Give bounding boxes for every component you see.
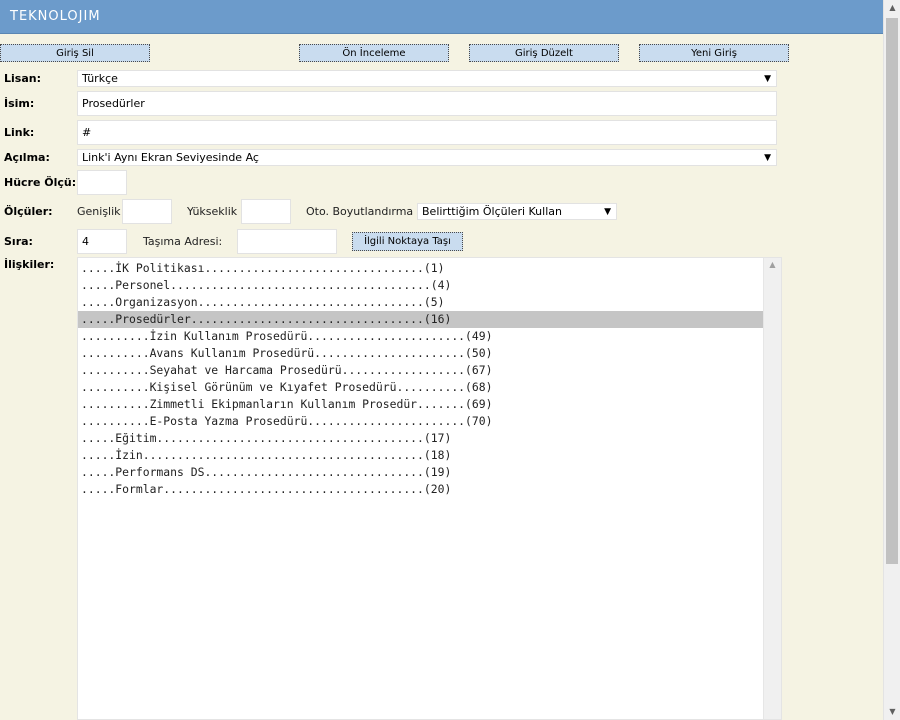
dropdown-arrow-icon: ▼ bbox=[764, 152, 771, 163]
width-input[interactable] bbox=[122, 199, 172, 224]
autosize-value: Belirttiğim Ölçüleri Kullan bbox=[422, 205, 562, 218]
open-mode-label: Açılma: bbox=[4, 151, 50, 164]
dimensions-label: Ölçüler: bbox=[4, 205, 53, 218]
name-input[interactable]: Prosedürler bbox=[77, 91, 777, 116]
dropdown-arrow-icon: ▼ bbox=[764, 73, 771, 84]
relations-option[interactable]: .....İzin...............................… bbox=[78, 447, 765, 464]
cell-size-input[interactable] bbox=[77, 170, 127, 195]
order-input[interactable]: 4 bbox=[77, 229, 127, 254]
name-label: İsim: bbox=[4, 97, 35, 110]
page-scroll-thumb[interactable] bbox=[886, 18, 898, 564]
link-label: Link: bbox=[4, 126, 35, 139]
autosize-select[interactable]: Belirttiğim Ölçüleri Kullan ▼ bbox=[417, 203, 617, 220]
autosize-label: Oto. Boyutlandırma bbox=[306, 205, 414, 218]
link-input[interactable]: # bbox=[77, 120, 777, 145]
relations-option[interactable]: ..........Seyahat ve Harcama Prosedürü..… bbox=[78, 362, 765, 379]
relations-listbox[interactable]: .....İK Politikası......................… bbox=[77, 257, 782, 720]
order-label: Sıra: bbox=[4, 235, 33, 248]
relations-option[interactable]: .....Formlar............................… bbox=[78, 481, 765, 498]
relations-option[interactable]: .....Performans DS......................… bbox=[78, 464, 765, 481]
preview-button[interactable]: Ön İnceleme bbox=[299, 44, 449, 62]
move-address-label: Taşıma Adresi: bbox=[143, 235, 223, 248]
edit-entry-button[interactable]: Giriş Düzelt bbox=[469, 44, 619, 62]
new-entry-button[interactable]: Yeni Giriş bbox=[639, 44, 789, 62]
open-mode-value: Link'i Aynı Ekran Seviyesinde Aç bbox=[82, 151, 259, 164]
listbox-scrollbar[interactable]: ▲ bbox=[763, 258, 781, 719]
relations-label: İlişkiler: bbox=[4, 258, 55, 271]
relations-option[interactable]: ..........Avans Kullanım Prosedürü......… bbox=[78, 345, 765, 362]
relations-option[interactable]: .....Personel...........................… bbox=[78, 277, 765, 294]
name-value: Prosedürler bbox=[82, 97, 145, 110]
move-to-point-button[interactable]: İlgili Noktaya Taşı bbox=[352, 232, 463, 251]
language-select[interactable]: Türkçe ▼ bbox=[77, 70, 777, 87]
app-logo: TEKNOLOJIM bbox=[10, 9, 101, 24]
scroll-up-icon[interactable]: ▲ bbox=[884, 0, 900, 16]
header-bar: TEKNOLOJIM bbox=[0, 0, 883, 34]
page-scrollbar[interactable]: ▲ ▼ bbox=[883, 0, 900, 720]
cell-size-label: Hücre Ölçü: bbox=[4, 176, 77, 189]
open-mode-select[interactable]: Link'i Aynı Ekran Seviyesinde Aç ▼ bbox=[77, 149, 777, 166]
relations-option[interactable]: ..........Kişisel Görünüm ve Kıyafet Pro… bbox=[78, 379, 765, 396]
order-value: 4 bbox=[82, 235, 89, 248]
scroll-down-icon[interactable]: ▼ bbox=[884, 704, 900, 720]
relations-option[interactable]: ..........Zimmetli Ekipmanların Kullanım… bbox=[78, 396, 765, 413]
delete-entry-button[interactable]: Giriş Sil bbox=[0, 44, 150, 62]
height-input[interactable] bbox=[241, 199, 291, 224]
relations-option[interactable]: .....Eğitim.............................… bbox=[78, 430, 765, 447]
scroll-up-icon[interactable]: ▲ bbox=[764, 260, 781, 269]
language-value: Türkçe bbox=[82, 72, 118, 85]
relations-option[interactable]: .....İK Politikası......................… bbox=[78, 260, 765, 277]
relations-option[interactable]: ..........E-Posta Yazma Prosedürü.......… bbox=[78, 413, 765, 430]
relations-option[interactable]: .....Organizasyon.......................… bbox=[78, 294, 765, 311]
link-value: # bbox=[82, 126, 92, 139]
dropdown-arrow-icon: ▼ bbox=[604, 206, 611, 217]
relations-option[interactable]: .....Prosedürler........................… bbox=[78, 311, 765, 328]
height-label: Yükseklik bbox=[187, 205, 238, 218]
width-label: Genişlik bbox=[77, 205, 121, 218]
language-label: Lisan: bbox=[4, 72, 41, 85]
move-address-input[interactable] bbox=[237, 229, 337, 254]
relations-option[interactable]: ..........İzin Kullanım Prosedürü.......… bbox=[78, 328, 765, 345]
